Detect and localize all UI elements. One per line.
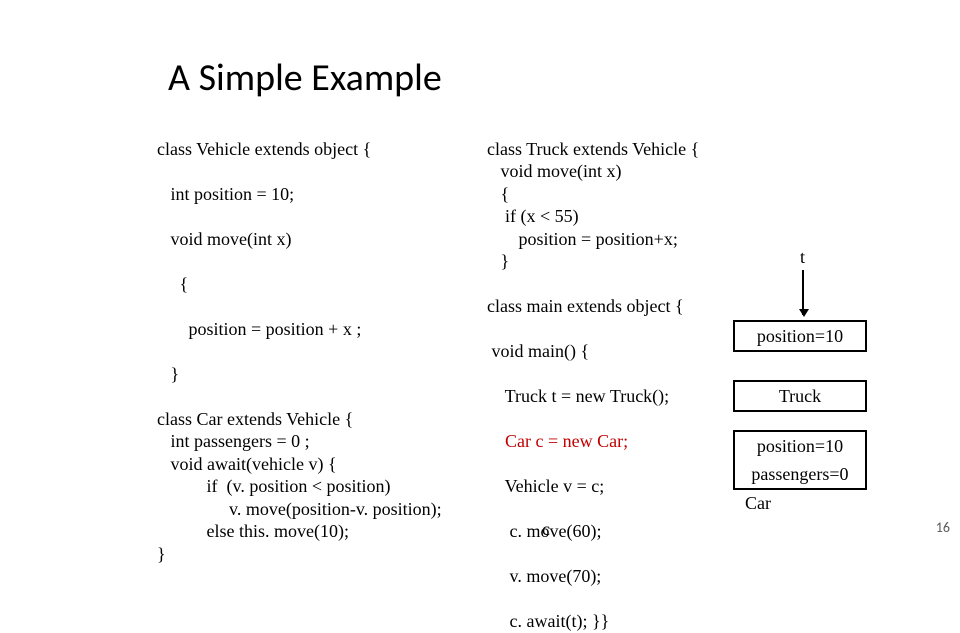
pointer-label-t: t xyxy=(800,247,805,268)
code-line: int passengers = 0 ; xyxy=(157,431,310,451)
code-line: void main() { xyxy=(487,341,589,361)
code-line: position = position+x; xyxy=(487,229,678,249)
code-line: void move(int x) xyxy=(487,161,621,181)
slide-title: A Simple Example xyxy=(168,55,442,101)
code-line: class main extends object { xyxy=(487,296,684,316)
code-line: if (x < 55) xyxy=(487,206,583,226)
code-line: } xyxy=(157,364,179,384)
object-field-box: position=10 xyxy=(733,320,867,352)
code-line: v. move(70); xyxy=(487,566,601,586)
code-line: { xyxy=(487,184,509,204)
code-column-left: class Vehicle extends object { int posit… xyxy=(157,115,442,565)
code-line: class Vehicle extends object { xyxy=(157,139,371,159)
code-line-highlight: Car c = new Car; xyxy=(487,431,628,451)
code-line: if (v. position < position) xyxy=(157,476,390,496)
code-line: v. move(position-v. position); xyxy=(157,499,442,519)
code-column-middle: class Truck extends Vehicle { void move(… xyxy=(487,115,699,633)
code-line: position = position + x ; xyxy=(157,319,361,339)
object-type-label-car: Car xyxy=(745,493,771,514)
code-line: class Car extends Vehicle { xyxy=(157,409,353,429)
code-line: class Truck extends Vehicle { xyxy=(487,139,699,159)
code-line: c. await(t); }} xyxy=(487,611,609,631)
code-line: } xyxy=(157,544,166,564)
code-line: int position = 10; xyxy=(157,184,294,204)
page-number: 16 xyxy=(936,519,950,536)
object-field-box: passengers=0 xyxy=(733,460,867,490)
code-line: { xyxy=(157,274,188,294)
arrow-down-icon xyxy=(802,270,804,315)
pointer-label-c: c xyxy=(542,519,550,540)
code-line: Vehicle v = c; xyxy=(487,476,604,496)
code-line: void move(int x) xyxy=(157,229,291,249)
object-field-box: position=10 xyxy=(733,430,867,462)
code-line: else this. move(10); xyxy=(157,521,349,541)
code-line: void await(vehicle v) { xyxy=(157,454,337,474)
code-line: Truck t = new Truck(); xyxy=(487,386,669,406)
object-type-box: Truck xyxy=(733,380,867,412)
code-line: } xyxy=(487,251,509,271)
